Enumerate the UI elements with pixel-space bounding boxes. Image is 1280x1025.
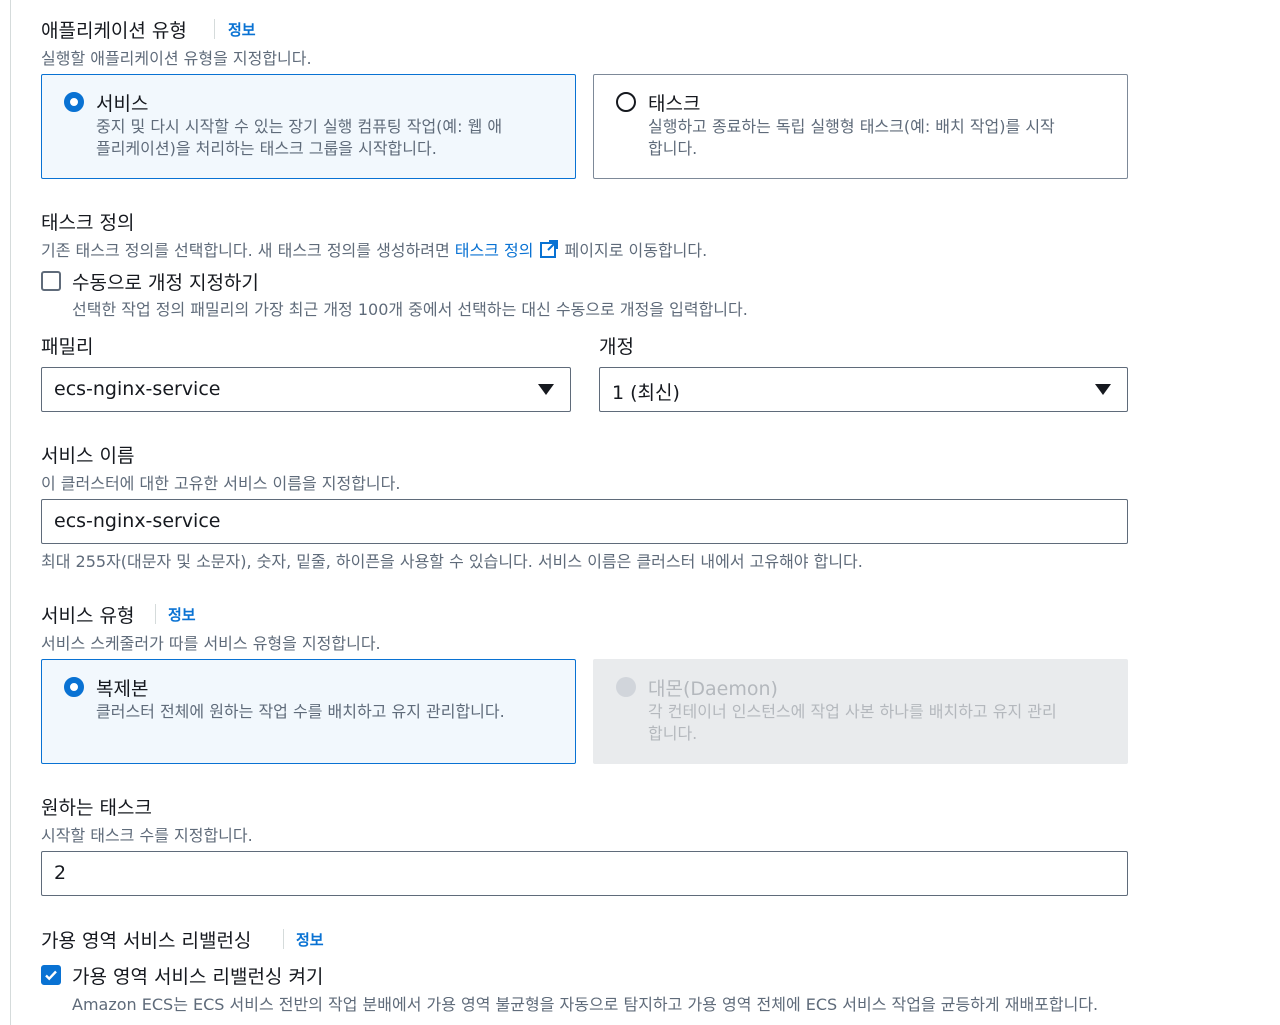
app-type-option-service[interactable]: 서비스 중지 및 다시 시작할 수 있는 장기 실행 컴퓨팅 작업(예: 웹 애… <box>41 74 576 179</box>
az-rebalancing-info-link[interactable]: 정보 <box>296 929 324 950</box>
revision-label: 개정 <box>599 336 634 358</box>
option-description-line: 클러스터 전체에 원하는 작업 수를 배치하고 유지 관리합니다. <box>96 702 505 721</box>
desired-tasks-input[interactable]: 2 <box>41 851 1128 896</box>
option-description-line: 합니다. <box>648 139 698 158</box>
az-rebalancing-checkbox[interactable] <box>41 965 61 985</box>
desired-tasks-description: 시작할 태스크 수를 지정합니다. <box>41 826 253 845</box>
info-separator <box>214 19 215 39</box>
family-select[interactable]: ecs-nginx-service <box>41 367 571 412</box>
radio-unselected-icon[interactable] <box>616 92 636 112</box>
task-definition-label: 태스크 정의 <box>41 212 135 234</box>
service-type-description: 서비스 스케줄러가 따를 서비스 유형을 지정합니다. <box>41 634 381 653</box>
radio-selected-icon[interactable] <box>64 92 84 112</box>
az-rebalancing-label: 가용 영역 서비스 리밸런싱 <box>41 930 252 952</box>
option-description-line: 중지 및 다시 시작할 수 있는 장기 실행 컴퓨팅 작업(예: 웹 애 <box>96 117 503 136</box>
revision-select[interactable]: 1 (최신) <box>599 367 1128 412</box>
manual-revision-description: 선택한 작업 정의 패밀리의 가장 최근 개정 100개 중에서 선택하는 대신… <box>72 300 748 319</box>
option-description-line: 합니다. <box>648 724 698 743</box>
revision-select-value: 1 (최신) <box>612 382 680 404</box>
description-text: 페이지로 이동합니다. <box>559 241 708 260</box>
option-description-line: 플리케이션)을 처리하는 태스크 그룹을 시작합니다. <box>96 139 437 158</box>
description-text: 기존 태스크 정의를 선택합니다. 새 태스크 정의를 생성하려면 <box>41 241 455 260</box>
option-description: 클러스터 전체에 원하는 작업 수를 배치하고 유지 관리합니다. <box>96 701 556 723</box>
option-description-line: 실행하고 종료하는 독립 실행형 태스크(예: 배치 작업)를 시작 <box>648 117 1055 136</box>
service-name-value: ecs-nginx-service <box>54 510 221 532</box>
service-name-constraint: 최대 255자(대문자 및 소문자), 숫자, 밑줄, 하이픈을 사용할 수 있… <box>41 552 863 571</box>
info-separator <box>283 929 284 949</box>
service-type-info-link[interactable]: 정보 <box>168 604 196 625</box>
option-title: 태스크 <box>648 93 701 115</box>
family-select-value: ecs-nginx-service <box>54 378 221 400</box>
service-type-option-replica[interactable]: 복제본 클러스터 전체에 원하는 작업 수를 배치하고 유지 관리합니다. <box>41 659 576 764</box>
app-type-description: 실행할 애플리케이션 유형을 지정합니다. <box>41 49 312 68</box>
manual-revision-label[interactable]: 수동으로 개정 지정하기 <box>72 268 259 295</box>
service-type-label: 서비스 유형 <box>41 605 135 627</box>
desired-tasks-label: 원하는 태스크 <box>41 797 152 819</box>
option-title: 대몬(Daemon) <box>648 678 778 700</box>
caret-down-icon <box>538 384 554 395</box>
service-name-input[interactable]: ecs-nginx-service <box>41 499 1128 544</box>
option-description: 실행하고 종료하는 독립 실행형 태스크(예: 배치 작업)를 시작 합니다. <box>648 116 1108 160</box>
external-link-icon[interactable] <box>539 239 559 263</box>
service-name-label: 서비스 이름 <box>41 445 135 467</box>
az-rebalancing-checkbox-label[interactable]: 가용 영역 서비스 리밸런싱 켜기 <box>72 962 323 989</box>
info-separator <box>155 604 156 624</box>
manual-revision-checkbox[interactable] <box>41 271 61 291</box>
desired-tasks-value: 2 <box>54 862 67 884</box>
option-description: 각 컨테이너 인스턴스에 작업 사본 하나를 배치하고 유지 관리 합니다. <box>648 701 1108 745</box>
app-type-label: 애플리케이션 유형 <box>41 20 187 42</box>
caret-down-icon <box>1095 384 1111 395</box>
option-description-line: 각 컨테이너 인스턴스에 작업 사본 하나를 배치하고 유지 관리 <box>648 702 1057 721</box>
task-definition-link[interactable]: 태스크 정의 <box>455 241 534 260</box>
service-type-option-daemon: 대몬(Daemon) 각 컨테이너 인스턴스에 작업 사본 하나를 배치하고 유… <box>593 659 1128 764</box>
az-rebalancing-description: Amazon ECS는 ECS 서비스 전반의 작업 분배에서 가용 영역 불균… <box>72 995 1099 1014</box>
option-description: 중지 및 다시 시작할 수 있는 장기 실행 컴퓨팅 작업(예: 웹 애 플리케… <box>96 116 556 160</box>
radio-selected-icon[interactable] <box>64 677 84 697</box>
checkmark-icon <box>45 970 57 981</box>
app-type-info-link[interactable]: 정보 <box>228 19 256 40</box>
service-name-description: 이 클러스터에 대한 고유한 서비스 이름을 지정합니다. <box>41 474 401 493</box>
option-title: 서비스 <box>96 93 149 115</box>
app-type-option-task[interactable]: 태스크 실행하고 종료하는 독립 실행형 태스크(예: 배치 작업)를 시작 합… <box>593 74 1128 179</box>
family-label: 패밀리 <box>41 336 94 358</box>
left-divider <box>10 0 11 1025</box>
option-title: 복제본 <box>96 678 149 700</box>
task-definition-description: 기존 태스크 정의를 선택합니다. 새 태스크 정의를 생성하려면 태스크 정의… <box>41 237 707 263</box>
radio-disabled-icon <box>616 677 636 697</box>
